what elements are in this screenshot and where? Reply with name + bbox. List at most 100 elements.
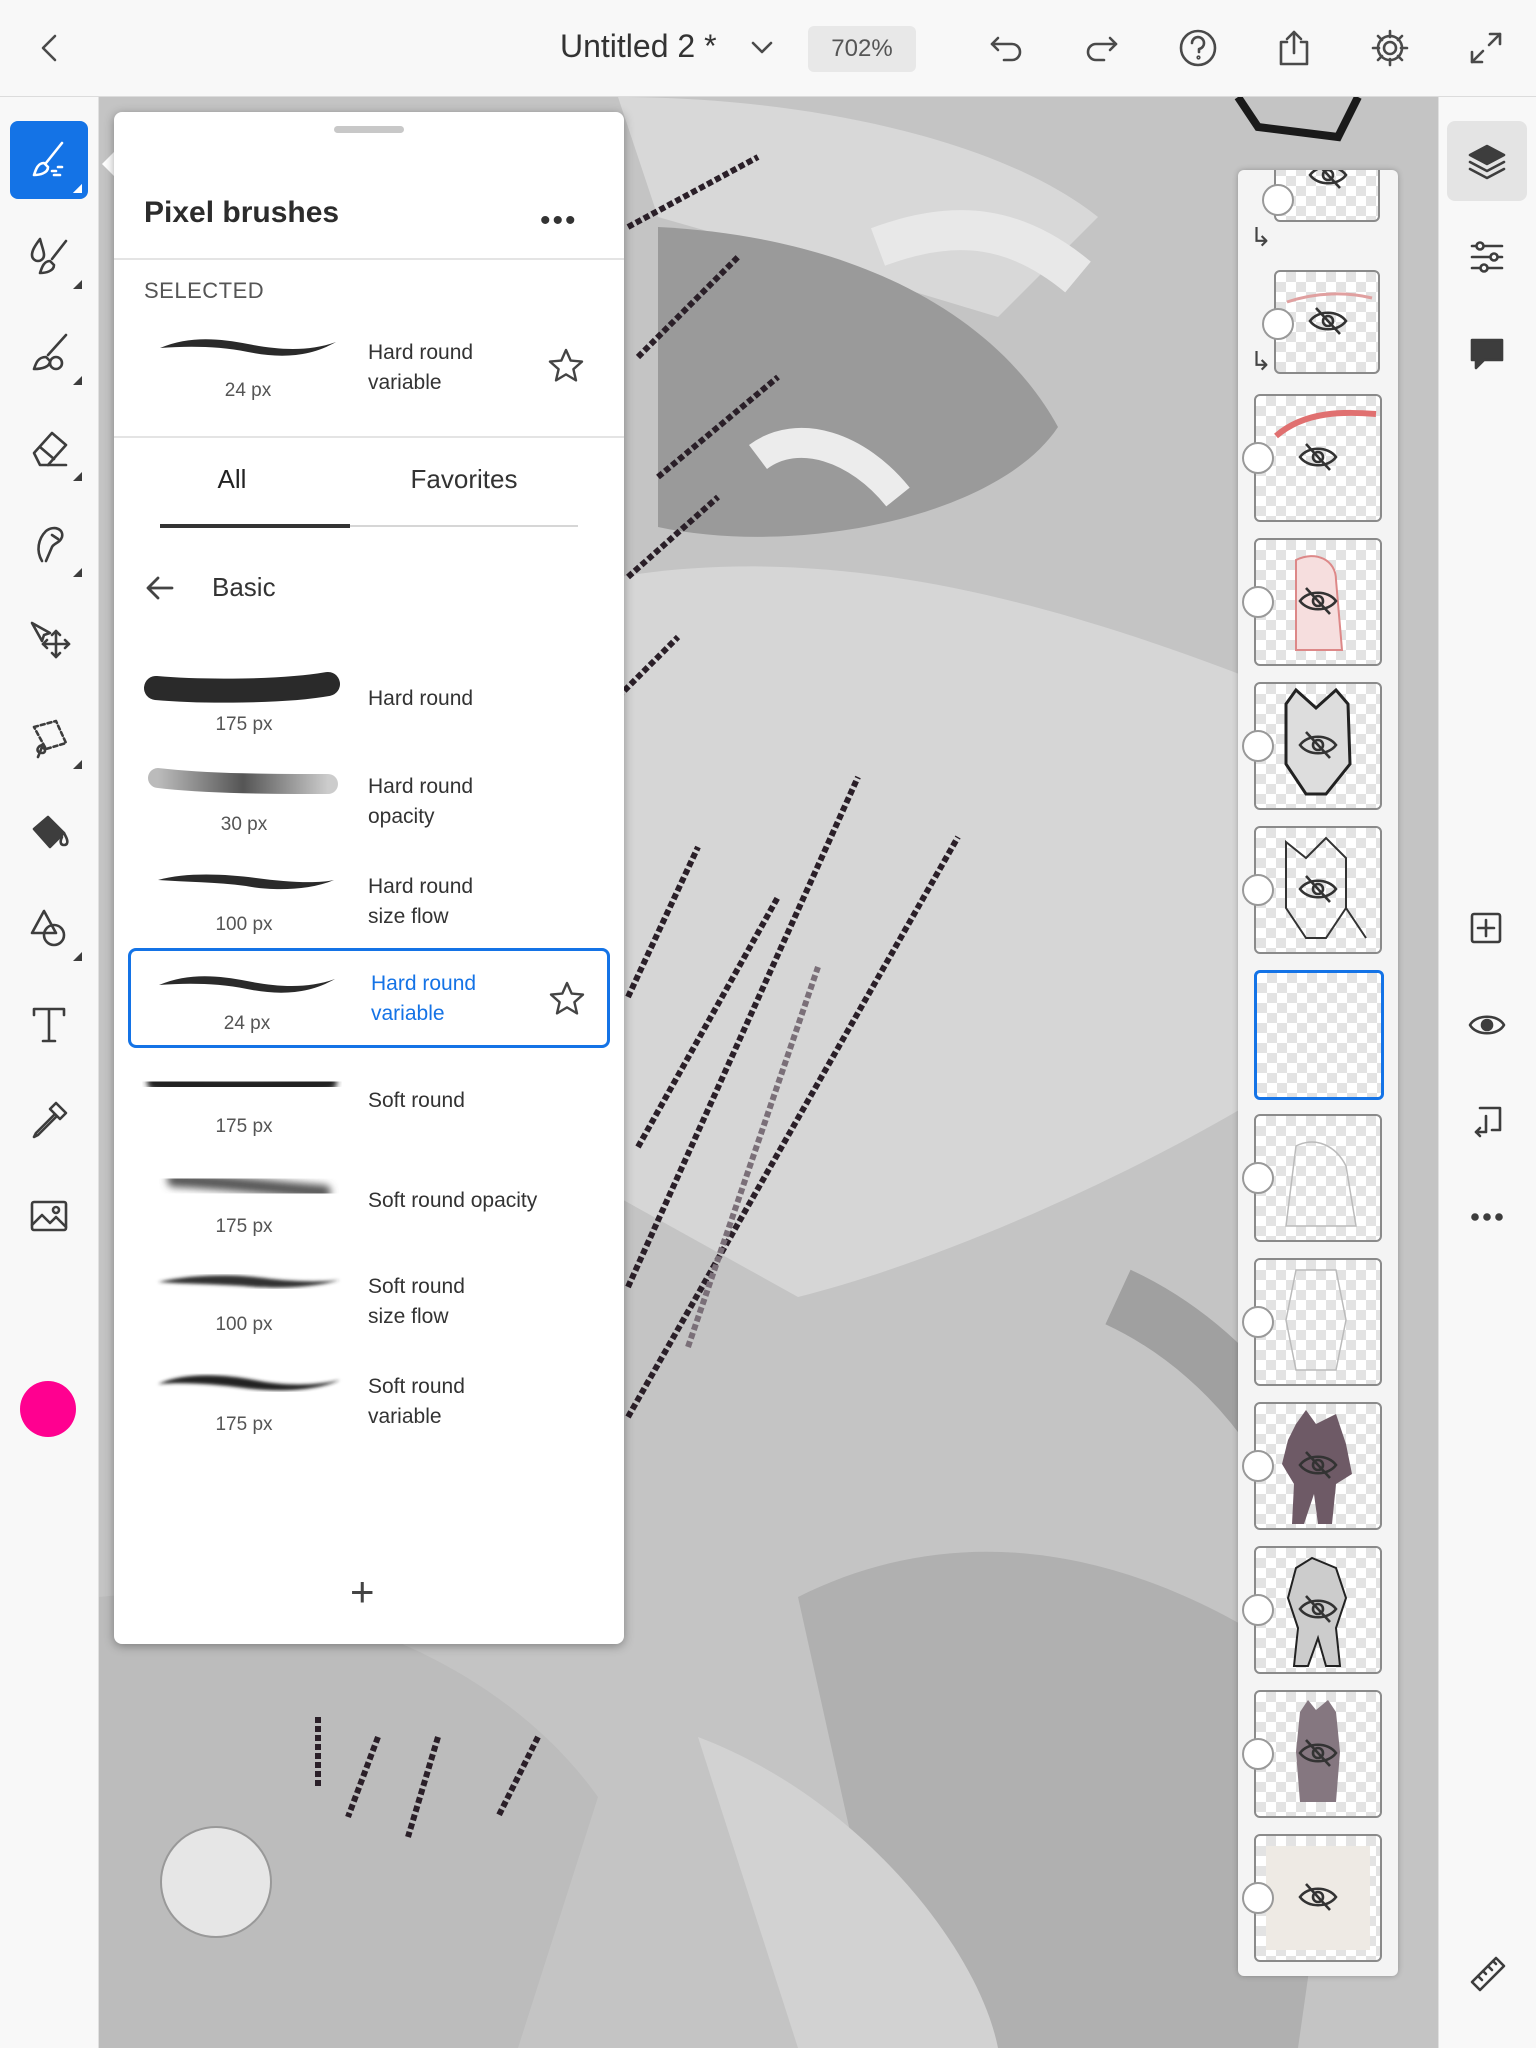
brush-name: Soft round — [368, 1089, 465, 1112]
brush-item-hard-round[interactable]: 175 px Hard round — [128, 650, 610, 746]
fullscreen-icon[interactable] — [1460, 22, 1512, 74]
clip-arrow-icon: ↳ — [1250, 222, 1272, 252]
brush-stroke-preview — [159, 976, 335, 993]
eraser-icon[interactable] — [10, 409, 88, 487]
panel-title: Pixel brushes — [144, 196, 340, 229]
layer-options-icon[interactable] — [1262, 184, 1294, 216]
brush-name: Hard round opacity — [368, 775, 474, 828]
brush-item-hard-round-opacity[interactable]: 30 px Hard round opacity — [128, 750, 610, 846]
image-icon[interactable] — [10, 1177, 88, 1255]
share-icon[interactable] — [1268, 22, 1320, 74]
divider — [114, 436, 624, 438]
favorite-star-icon[interactable] — [547, 979, 587, 1019]
top-bar: Untitled 2 * 702% — [0, 0, 1536, 97]
touch-modifier-button[interactable] — [160, 1826, 272, 1938]
tab-favorites[interactable]: Favorites — [384, 464, 544, 495]
brush-group-name: Basic — [212, 572, 276, 602]
hidden-eye-icon[interactable] — [1296, 440, 1340, 474]
redo-icon[interactable] — [1076, 22, 1128, 74]
back-arrow-icon[interactable] — [142, 570, 178, 606]
brush-size: 175 px — [215, 1414, 273, 1435]
layer-thumbnail-selected[interactable] — [1254, 970, 1384, 1100]
brush-stroke-preview — [158, 874, 334, 890]
layers-icon[interactable] — [1447, 121, 1527, 201]
brush-stroke-preview — [147, 1073, 337, 1096]
brush-item-hard-round-size-flow[interactable]: 100 px Hard round size flow — [128, 850, 610, 946]
gear-icon[interactable] — [1364, 22, 1416, 74]
hidden-eye-icon[interactable] — [1296, 584, 1340, 618]
brush-item-hard-round-variable[interactable]: 24 px Hard round variable — [128, 948, 610, 1048]
text-icon[interactable] — [10, 985, 88, 1063]
brush-item-soft-round[interactable]: 175 px Soft round — [128, 1052, 610, 1148]
brush-size: 30 px — [220, 814, 268, 835]
document-title[interactable]: Untitled 2 * — [560, 28, 717, 65]
mixer-brush-icon[interactable] — [10, 313, 88, 391]
smudge-icon[interactable] — [10, 505, 88, 583]
ruler-icon[interactable] — [1447, 1933, 1527, 2013]
selected-heading: SELECTED — [144, 278, 265, 303]
layer-options-icon[interactable] — [1242, 1882, 1274, 1914]
shape-icon[interactable] — [10, 889, 88, 967]
comment-icon[interactable] — [1447, 313, 1527, 393]
left-toolbar — [0, 97, 99, 2048]
hidden-eye-icon[interactable] — [1296, 1880, 1340, 1914]
layer-options-icon[interactable] — [1242, 1594, 1274, 1626]
add-layer-icon[interactable] — [1447, 889, 1527, 969]
brush-item-soft-round-opacity[interactable]: 175 px Soft round opacity — [128, 1152, 610, 1248]
pixel-brush-icon[interactable] — [10, 121, 88, 199]
brush-size: 24 px — [223, 1013, 271, 1034]
brush-stroke-preview — [158, 1275, 340, 1288]
color-swatch[interactable] — [20, 1381, 76, 1437]
brush-size: 100 px — [215, 914, 273, 935]
more-icon[interactable] — [1447, 1177, 1527, 1257]
add-brush-button[interactable]: + — [350, 1568, 375, 1616]
undo-icon[interactable] — [980, 22, 1032, 74]
brush-stroke-preview — [144, 672, 340, 703]
layer-options-icon[interactable] — [1242, 1162, 1274, 1194]
layer-options-icon[interactable] — [1242, 874, 1274, 906]
live-brush-icon[interactable] — [10, 217, 88, 295]
hidden-eye-icon[interactable] — [1306, 304, 1350, 338]
hidden-eye-icon[interactable] — [1296, 1736, 1340, 1770]
brush-size: 175 px — [215, 714, 273, 735]
brush-name: Hard round size flow — [368, 875, 474, 928]
tab-all[interactable]: All — [162, 464, 302, 495]
visibility-icon[interactable] — [1447, 985, 1527, 1065]
hidden-eye-icon[interactable] — [1296, 1592, 1340, 1626]
right-toolbar — [1438, 97, 1536, 2048]
panel-grabber[interactable] — [334, 126, 404, 133]
favorite-star-icon[interactable] — [546, 346, 586, 386]
panel-more-button[interactable]: ••• — [540, 204, 578, 238]
brush-name: Hard round — [368, 687, 474, 710]
lasso-icon[interactable] — [10, 697, 88, 775]
fill-icon[interactable] — [10, 793, 88, 871]
layer-options-icon[interactable] — [1242, 586, 1274, 618]
clip-arrow-icon: ↳ — [1250, 346, 1272, 376]
eyedropper-icon[interactable] — [10, 1081, 88, 1159]
chevron-down-icon[interactable] — [736, 22, 788, 74]
layer-options-icon[interactable] — [1262, 308, 1294, 340]
hidden-eye-icon[interactable] — [1296, 872, 1340, 906]
brush-item-soft-round-size-flow[interactable]: 100 px Soft round size flow — [128, 1252, 610, 1348]
brush-size: 175 px — [215, 1216, 273, 1237]
layer-options-icon[interactable] — [1242, 1738, 1274, 1770]
hidden-eye-icon[interactable] — [1296, 728, 1340, 762]
merge-down-icon[interactable] — [1447, 1081, 1527, 1161]
transform-icon[interactable] — [10, 601, 88, 679]
layer-options-icon[interactable] — [1242, 1306, 1274, 1338]
layer-options-icon[interactable] — [1242, 442, 1274, 474]
brush-item-soft-round-variable[interactable]: 175 px Soft round variable — [128, 1352, 610, 1448]
brush-name: Soft round opacity — [368, 1189, 538, 1212]
brush-stroke-preview — [148, 768, 338, 794]
layer-options-icon[interactable] — [1242, 1450, 1274, 1482]
hidden-eye-icon[interactable] — [1296, 1448, 1340, 1482]
back-icon[interactable] — [24, 22, 76, 74]
selected-brush-size: 24 px — [224, 380, 272, 401]
help-icon[interactable] — [1172, 22, 1224, 74]
brush-name: Soft round size flow — [368, 1275, 465, 1328]
layer-options-icon[interactable] — [1242, 730, 1274, 762]
hidden-eye-icon[interactable] — [1306, 170, 1350, 192]
layers-panel: ↳ ↳ — [1238, 170, 1398, 1976]
zoom-level[interactable]: 702% — [808, 26, 916, 72]
adjustments-icon[interactable] — [1447, 217, 1527, 297]
